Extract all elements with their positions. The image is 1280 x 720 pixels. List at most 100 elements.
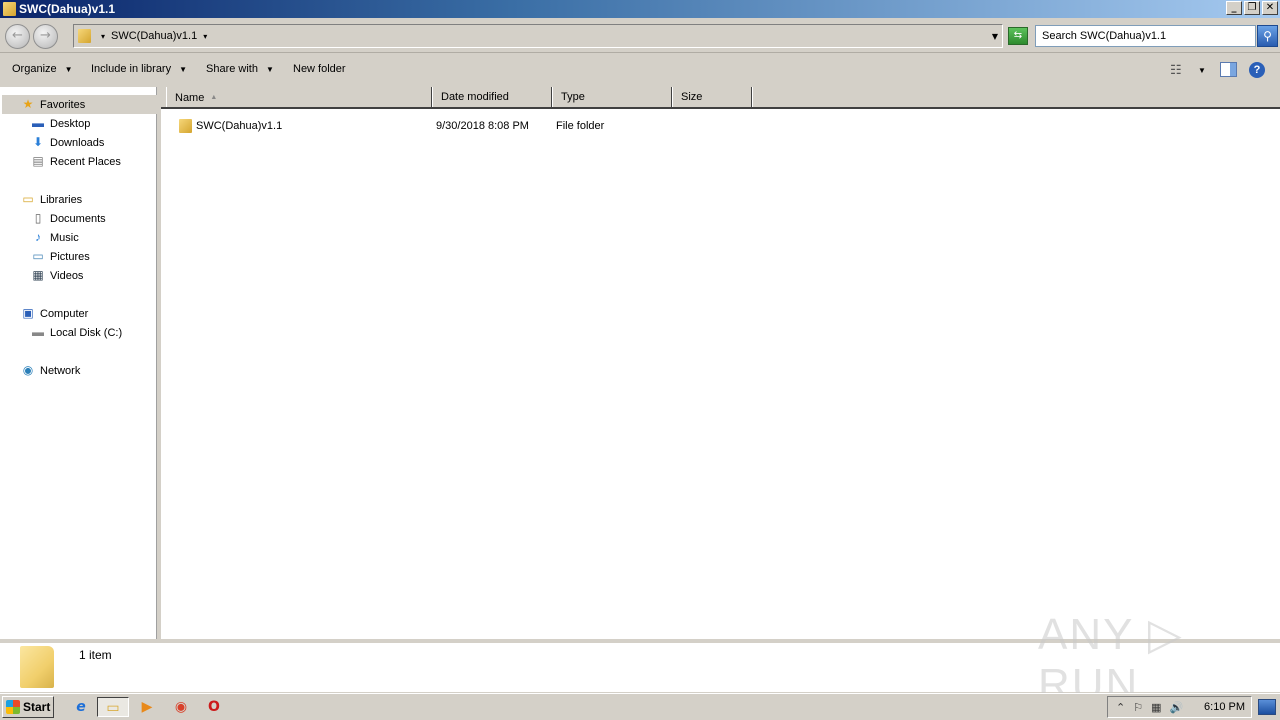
videos-icon: ▦	[32, 268, 44, 282]
share-with-button[interactable]: Share with ▼	[206, 63, 274, 75]
downloads-icon: ⬇	[32, 135, 44, 149]
command-bar: Organize ▼ Include in library ▼ Share wi…	[0, 54, 1280, 86]
preview-pane-icon[interactable]	[1220, 62, 1237, 77]
include-in-library-button[interactable]: Include in library ▼	[91, 63, 187, 75]
navigation-pane: ★ Favorites ▬ Desktop ⬇ Downloads ▤ Rece…	[0, 87, 157, 639]
views-icon[interactable]: ☷	[1170, 62, 1182, 78]
organize-label: Organize	[12, 63, 57, 75]
network-status-icon[interactable]: ▦	[1151, 701, 1161, 714]
file-name: SWC(Dahua)v1.1	[196, 120, 283, 132]
network-icon: ◉	[22, 363, 34, 377]
local-disk-icon: ▬	[32, 325, 44, 339]
nav-label: Desktop	[50, 117, 91, 130]
details-pane: 1 item ANY ▷ RUN	[0, 610, 1280, 709]
windows-explorer-icon[interactable]: ▭	[97, 697, 129, 717]
clock[interactable]: 6:10 PM	[1204, 701, 1245, 713]
nav-network[interactable]: ◉ Network	[20, 361, 81, 380]
nav-documents[interactable]: ▯ Documents	[30, 209, 106, 228]
nav-favorites[interactable]: ★ Favorites	[2, 95, 157, 114]
nav-libraries[interactable]: ▭ Libraries	[20, 190, 82, 209]
title-bar[interactable]: SWC(Dahua)v1.1 _ ❐ ✕	[0, 0, 1280, 18]
nav-local-disk[interactable]: ▬ Local Disk (C:)	[30, 323, 122, 342]
folder-icon	[20, 646, 54, 688]
nav-pictures[interactable]: ▭ Pictures	[30, 247, 90, 266]
address-bar[interactable]: ▾ SWC(Dahua)v1.1 ▾ ▼	[73, 24, 1003, 48]
nav-label: Libraries	[40, 193, 83, 206]
nav-label: Computer	[40, 307, 89, 320]
nav-label: Network	[40, 364, 81, 377]
action-center-flag-icon[interactable]: ⚐	[1133, 701, 1143, 714]
show-hidden-icons-button[interactable]: ⌃	[1116, 701, 1125, 714]
item-count: 1 item	[79, 648, 112, 662]
computer-icon: ▣	[22, 306, 34, 320]
nav-videos[interactable]: ▦ Videos	[30, 266, 83, 285]
nav-label: Local Disk (C:)	[50, 326, 123, 339]
breadcrumb-dropdown-icon[interactable]: ▾	[203, 32, 207, 41]
nav-label: Favorites	[40, 98, 86, 111]
documents-icon: ▯	[34, 211, 42, 225]
chevron-down-icon: ▼	[179, 64, 188, 74]
star-icon: ★	[22, 97, 34, 111]
nav-label: Documents	[50, 212, 106, 225]
nav-desktop[interactable]: ▬ Desktop	[30, 114, 90, 133]
search-input[interactable]: Search SWC(Dahua)v1.1	[1035, 25, 1256, 47]
address-row: ← → ▾ SWC(Dahua)v1.1 ▾ ▼ ⇆ Search SWC(Da…	[0, 19, 1280, 53]
nav-label: Videos	[50, 269, 84, 282]
start-button[interactable]: Start	[2, 696, 54, 718]
new-folder-button[interactable]: New folder	[293, 63, 346, 75]
column-header-type[interactable]: Type	[552, 87, 672, 107]
file-type: File folder	[556, 120, 605, 132]
folder-icon	[179, 119, 192, 133]
folder-icon	[3, 2, 16, 16]
include-in-library-label: Include in library	[91, 63, 172, 75]
volume-icon[interactable]: 🔊	[1170, 701, 1184, 714]
address-history-dropdown-icon[interactable]: ▼	[992, 32, 998, 41]
sort-ascending-icon: ▲	[210, 94, 218, 101]
start-label: Start	[23, 700, 51, 714]
column-header-name[interactable]: Name ▲	[166, 87, 432, 107]
window-title: SWC(Dahua)v1.1	[19, 2, 116, 16]
system-tray: ⌃ ⚐ ▦ 🔊 6:10 PM	[1107, 696, 1252, 718]
opera-icon[interactable]: O	[203, 697, 225, 717]
file-date-modified: 9/30/2018 8:08 PM	[436, 120, 529, 132]
help-icon[interactable]: ?	[1249, 62, 1265, 78]
media-player-icon[interactable]: ▶	[136, 697, 158, 717]
windows-logo-icon	[6, 700, 20, 714]
table-row[interactable]: SWC(Dahua)v1.1 9/30/2018 8:08 PM File fo…	[161, 116, 761, 136]
nav-label: Recent Places	[50, 155, 121, 168]
organize-button[interactable]: Organize ▼	[12, 63, 73, 75]
column-header-row: Name ▲ Date modified Type Size	[161, 87, 1280, 109]
new-folder-label: New folder	[293, 63, 346, 75]
forward-button[interactable]: →	[33, 24, 58, 49]
file-list: Name ▲ Date modified Type Size SWC(Dahua)…	[161, 87, 1280, 639]
refresh-button[interactable]: ⇆	[1008, 27, 1028, 45]
internet-explorer-icon[interactable]: e	[70, 697, 92, 717]
share-with-label: Share with	[206, 63, 258, 75]
minimize-button[interactable]: _	[1226, 1, 1242, 15]
nav-recent-places[interactable]: ▤ Recent Places	[30, 152, 121, 171]
music-icon: ♪	[35, 230, 41, 244]
chevron-down-icon: ▼	[265, 64, 274, 74]
close-button[interactable]: ✕	[1262, 1, 1278, 15]
search-icon[interactable]: ⚲	[1257, 25, 1278, 47]
nav-downloads[interactable]: ⬇ Downloads	[30, 133, 104, 152]
nav-label: Pictures	[50, 250, 90, 263]
back-button[interactable]: ←	[5, 24, 30, 49]
desktop-icon: ▬	[32, 116, 44, 130]
chevron-down-icon: ▼	[64, 64, 73, 74]
restore-button[interactable]: ❐	[1244, 1, 1260, 15]
breadcrumb-chevron-icon[interactable]: ▾	[101, 32, 105, 41]
folder-icon	[78, 29, 91, 43]
chrome-icon[interactable]: ◉	[170, 697, 192, 717]
breadcrumb-item[interactable]: SWC(Dahua)v1.1	[111, 30, 197, 42]
taskbar: Start e ▭ ▶ ◉ O ⌃ ⚐ ▦ 🔊 6:10 PM	[0, 693, 1280, 720]
views-dropdown-icon[interactable]: ▼	[1198, 66, 1206, 75]
libraries-icon: ▭	[22, 192, 34, 206]
show-desktop-button[interactable]	[1258, 699, 1276, 715]
column-header-date-modified[interactable]: Date modified	[432, 87, 552, 107]
nav-label: Downloads	[50, 136, 105, 149]
column-header-size[interactable]: Size	[672, 87, 752, 107]
nav-computer[interactable]: ▣ Computer	[20, 304, 88, 323]
pictures-icon: ▭	[32, 249, 44, 263]
nav-music[interactable]: ♪ Music	[30, 228, 79, 247]
